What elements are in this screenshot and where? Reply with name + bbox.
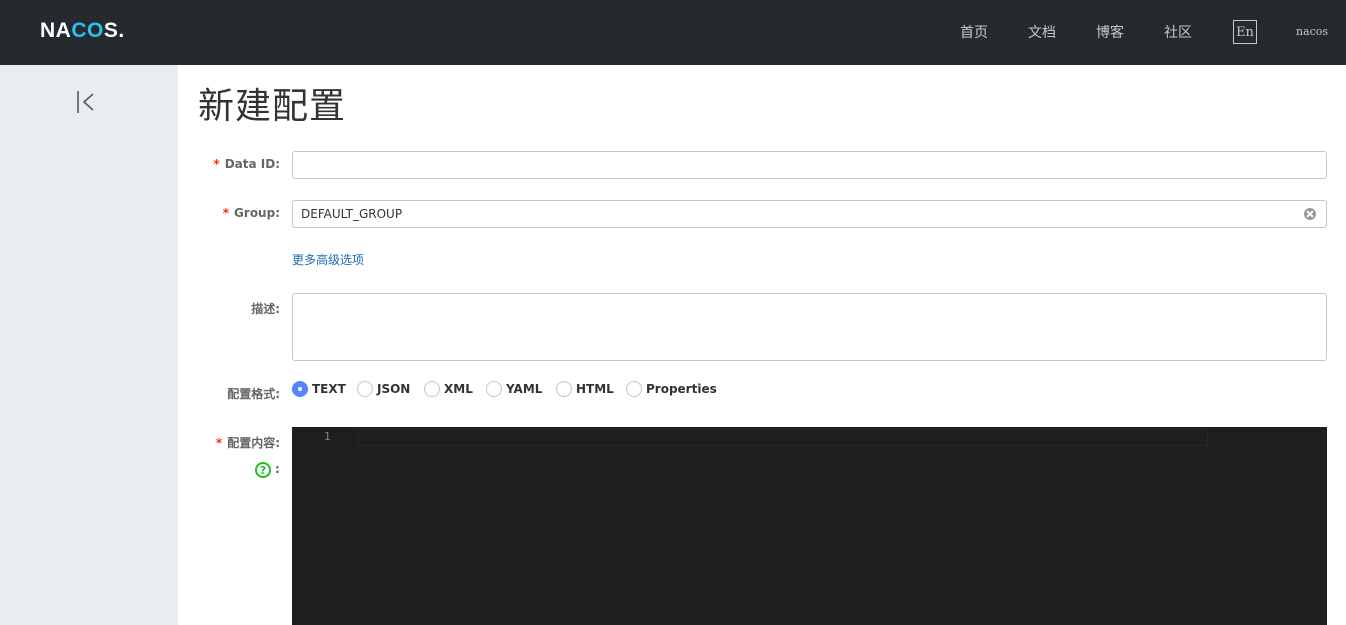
format-radio-json[interactable]: JSON xyxy=(357,381,410,397)
page-title: 新建配置 xyxy=(198,86,347,127)
group-label-text: Group: xyxy=(234,206,280,220)
content-label: * 配置内容: xyxy=(216,434,280,451)
logo-accent: CO xyxy=(71,19,104,42)
group-input[interactable]: DEFAULT_GROUP xyxy=(292,200,1327,228)
question-icon[interactable]: ? xyxy=(255,462,271,478)
line-number: 1 xyxy=(324,430,331,443)
username[interactable]: nacos xyxy=(1296,25,1328,38)
radio-label: JSON xyxy=(377,382,411,396)
radio-dot xyxy=(357,381,373,397)
nacos-logo[interactable]: NA CO S. xyxy=(40,18,125,44)
required-mark: * xyxy=(213,157,220,171)
radio-label: HTML xyxy=(576,382,614,396)
radio-label: YAML xyxy=(506,382,543,396)
nav-blog[interactable]: 博客 xyxy=(1096,22,1124,42)
language-switch-button[interactable]: En xyxy=(1233,20,1257,44)
format-label: 配置格式: xyxy=(227,387,280,401)
code-editor[interactable]: 1 xyxy=(292,427,1327,625)
radio-dot xyxy=(556,381,572,397)
sidebar xyxy=(0,65,178,625)
top-navigation-bar: NA CO S. 首页 文档 博客 社区 En nacos xyxy=(0,0,1346,65)
format-radio-yaml[interactable]: YAML xyxy=(486,381,542,397)
content-label-text: 配置内容: xyxy=(227,436,280,450)
required-mark: * xyxy=(215,436,223,450)
radio-dot xyxy=(486,381,502,397)
format-radio-text[interactable]: TEXT xyxy=(292,381,346,397)
nav-docs[interactable]: 文档 xyxy=(1028,22,1056,42)
collapse-left-icon[interactable] xyxy=(76,89,98,115)
more-advanced-options-link[interactable]: 更多高级选项 xyxy=(292,251,364,268)
radio-dot xyxy=(424,381,440,397)
data-id-label: * Data ID: xyxy=(213,157,280,171)
radio-label: XML xyxy=(444,382,473,396)
data-id-input[interactable] xyxy=(292,151,1327,179)
radio-label: TEXT xyxy=(312,382,346,396)
format-radio-xml[interactable]: XML xyxy=(424,381,473,397)
format-radio-html[interactable]: HTML xyxy=(556,381,614,397)
group-label: * Group: xyxy=(223,206,280,220)
nav-community[interactable]: 社区 xyxy=(1164,22,1192,42)
format-radio-properties[interactable]: Properties xyxy=(626,381,717,397)
description-textarea[interactable] xyxy=(292,293,1327,361)
data-id-label-text: Data ID: xyxy=(224,157,280,171)
description-label: 描述: xyxy=(251,302,280,316)
nav-home[interactable]: 首页 xyxy=(960,22,988,42)
logo-suffix: S. xyxy=(103,19,125,42)
radio-dot xyxy=(292,381,308,397)
required-mark: * xyxy=(222,206,230,220)
logo-prefix: NA xyxy=(40,19,72,42)
radio-dot xyxy=(626,381,642,397)
current-line-highlight xyxy=(358,429,1208,446)
radio-label: Properties xyxy=(646,382,717,396)
clear-icon[interactable] xyxy=(1304,208,1316,220)
main-content: 新建配置 * Data ID: * Group: DEFAULT_GROUP 更多高… xyxy=(178,65,1346,625)
help-colon: : xyxy=(275,462,280,476)
